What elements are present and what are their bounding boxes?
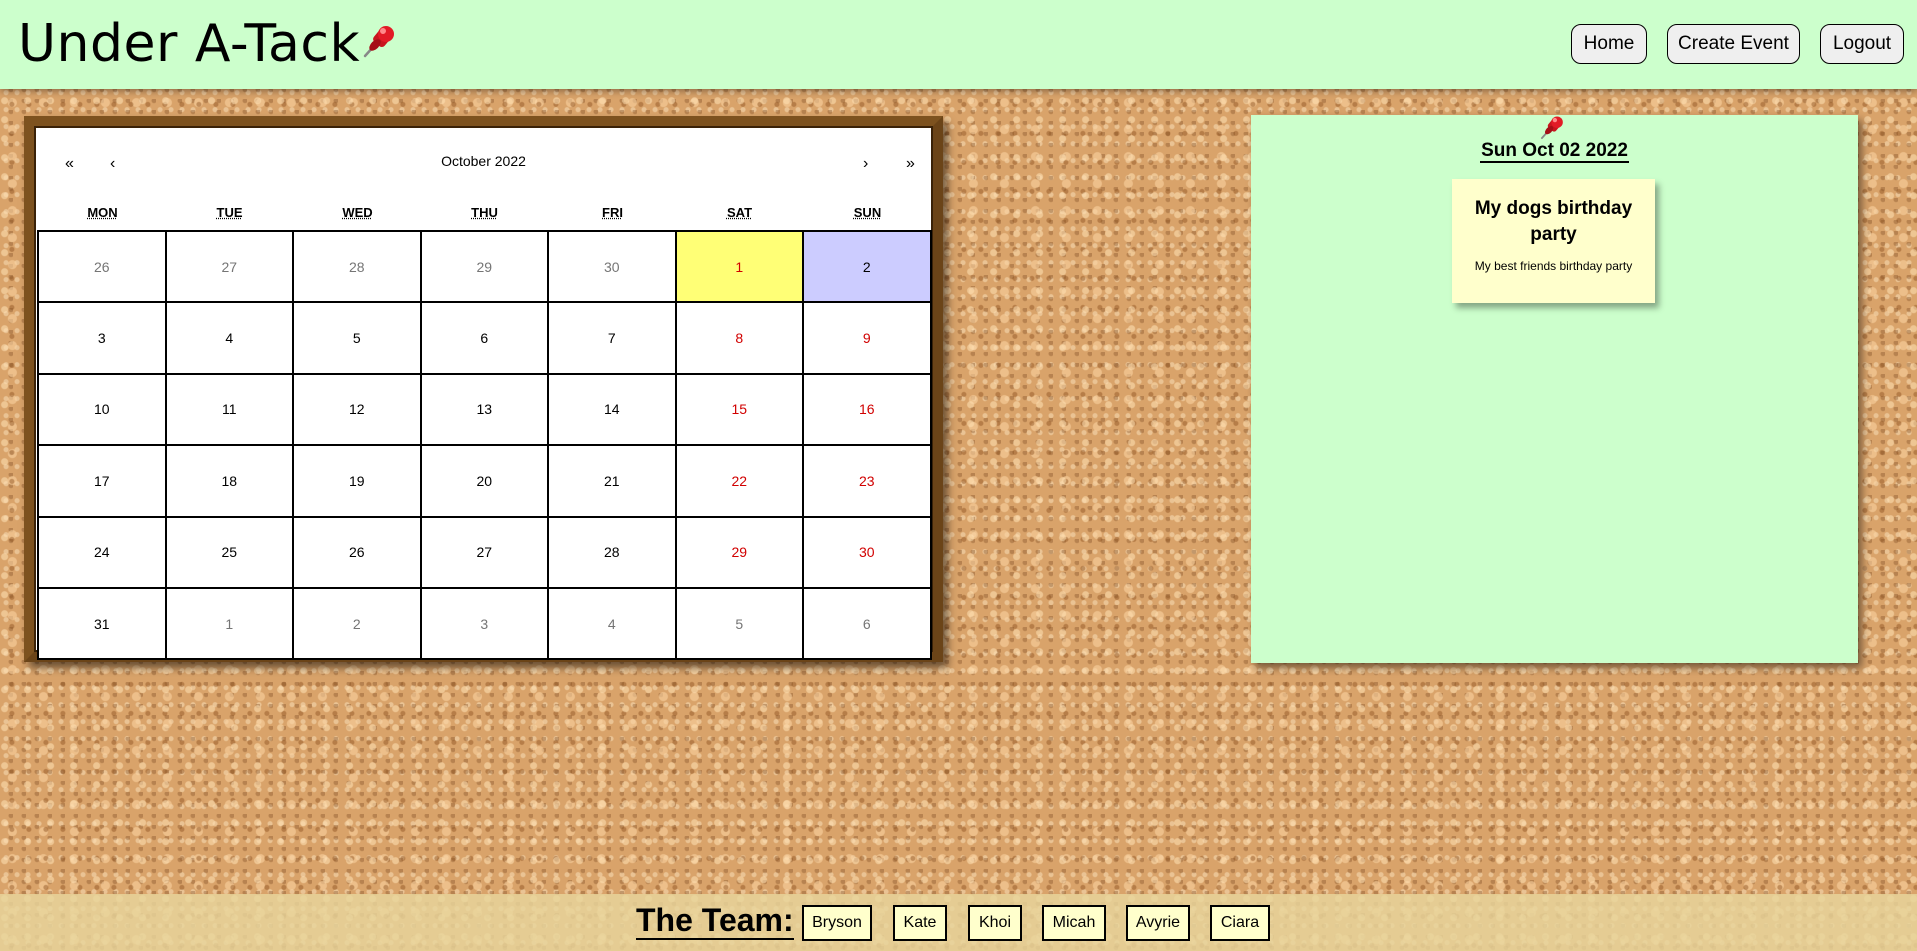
calendar-day[interactable]: 6 bbox=[421, 303, 549, 375]
calendar-day[interactable]: 3 bbox=[421, 588, 549, 661]
weekday-label: SAT bbox=[726, 205, 753, 220]
event-title: My dogs birthday party bbox=[1474, 198, 1633, 245]
pushpin-icon bbox=[363, 26, 394, 58]
calendar-day[interactable]: 5 bbox=[676, 588, 804, 661]
day-detail-panel: Sun Oct 02 2022 My dogs birthday party M… bbox=[1251, 115, 1858, 663]
weekday-label: SUN bbox=[853, 205, 882, 220]
calendar-day[interactable]: 29 bbox=[676, 517, 804, 589]
calendar-day[interactable]: 17 bbox=[39, 446, 167, 518]
team-member-khoi[interactable]: Khoi bbox=[968, 905, 1022, 941]
weekday-label: FRI bbox=[602, 205, 623, 220]
calendar-day[interactable]: 13 bbox=[421, 374, 549, 447]
calendar-day[interactable]: 5 bbox=[294, 303, 422, 375]
calendar-day[interactable]: 4 bbox=[549, 588, 677, 661]
calendar-grid: 26 27 28 29 30 1 2 3 4 5 6 7 8 9 10 11 1… bbox=[37, 230, 932, 661]
calendar-day[interactable]: 27 bbox=[421, 517, 549, 589]
calendar-day[interactable]: 10 bbox=[39, 374, 167, 447]
create-event-button[interactable]: Create Event bbox=[1667, 24, 1800, 64]
calendar-day[interactable]: 11 bbox=[166, 374, 294, 447]
top-nav-bar: Under A-Tack Home Create Event Logout bbox=[0, 0, 1917, 89]
calendar-day[interactable]: 25 bbox=[166, 517, 294, 589]
team-footer: The Team: Bryson Kate Khoi Micah Avyrie … bbox=[0, 894, 1917, 951]
weekday-label: THU bbox=[471, 205, 498, 220]
event-description: My best friends birthday party bbox=[1474, 259, 1633, 273]
selected-date-text: Sun Oct 02 2022 bbox=[1480, 140, 1629, 163]
calendar-day[interactable]: 3 bbox=[39, 303, 167, 375]
calendar-day[interactable]: 30 bbox=[549, 232, 677, 304]
calendar-day-today[interactable]: 1 bbox=[676, 232, 804, 304]
calendar-day[interactable]: 18 bbox=[166, 446, 294, 518]
calendar-day[interactable]: 2 bbox=[294, 588, 422, 661]
next-year-button[interactable]: » bbox=[906, 155, 915, 173]
team-member-avyrie[interactable]: Avyrie bbox=[1126, 905, 1190, 941]
calendar-day[interactable]: 19 bbox=[294, 446, 422, 518]
weekday-label: MON bbox=[87, 205, 118, 220]
calendar-day-selected[interactable]: 2 bbox=[804, 232, 932, 304]
calendar-day[interactable]: 14 bbox=[549, 374, 677, 447]
calendar-day[interactable]: 24 bbox=[39, 517, 167, 589]
team-member-micah[interactable]: Micah bbox=[1042, 905, 1106, 941]
calendar-day[interactable]: 8 bbox=[676, 303, 804, 375]
calendar-day[interactable]: 22 bbox=[676, 446, 804, 518]
calendar-day[interactable]: 30 bbox=[804, 517, 932, 589]
home-button[interactable]: Home bbox=[1571, 24, 1647, 64]
calendar-day[interactable]: 15 bbox=[676, 374, 804, 447]
site-title: Under A-Tack bbox=[18, 14, 361, 74]
event-note[interactable]: My dogs birthday party My best friends b… bbox=[1452, 179, 1655, 303]
calendar-day[interactable]: 12 bbox=[294, 374, 422, 447]
calendar-day[interactable]: 1 bbox=[166, 588, 294, 661]
calendar-day[interactable]: 27 bbox=[166, 232, 294, 304]
selected-date-heading: Sun Oct 02 2022 bbox=[1251, 140, 1858, 163]
calendar-day[interactable]: 26 bbox=[39, 232, 167, 304]
calendar-day[interactable]: 7 bbox=[549, 303, 677, 375]
calendar-day[interactable]: 23 bbox=[804, 446, 932, 518]
pushpin-icon bbox=[1540, 116, 1563, 140]
calendar-day[interactable]: 9 bbox=[804, 303, 932, 375]
team-member-kate[interactable]: Kate bbox=[893, 905, 947, 941]
team-member-bryson[interactable]: Bryson bbox=[802, 905, 872, 941]
calendar-day[interactable]: 4 bbox=[166, 303, 294, 375]
calendar-day[interactable]: 16 bbox=[804, 374, 932, 447]
calendar-day[interactable]: 29 bbox=[421, 232, 549, 304]
calendar-day[interactable]: 6 bbox=[804, 588, 932, 661]
calendar: « ‹ October 2022 › » MON TUE WED THU FRI… bbox=[24, 116, 943, 662]
calendar-day[interactable]: 31 bbox=[39, 588, 167, 661]
calendar-day[interactable]: 28 bbox=[294, 232, 422, 304]
team-member-ciara[interactable]: Ciara bbox=[1210, 905, 1270, 941]
weekday-label: TUE bbox=[216, 205, 243, 220]
logout-button[interactable]: Logout bbox=[1820, 24, 1904, 64]
next-month-button[interactable]: › bbox=[863, 155, 868, 173]
calendar-month-label[interactable]: October 2022 bbox=[34, 153, 933, 169]
team-label: The Team: bbox=[636, 902, 794, 940]
weekday-label: WED bbox=[342, 205, 373, 220]
calendar-day[interactable]: 26 bbox=[294, 517, 422, 589]
calendar-day[interactable]: 28 bbox=[549, 517, 677, 589]
calendar-day[interactable]: 20 bbox=[421, 446, 549, 518]
calendar-day[interactable]: 21 bbox=[549, 446, 677, 518]
